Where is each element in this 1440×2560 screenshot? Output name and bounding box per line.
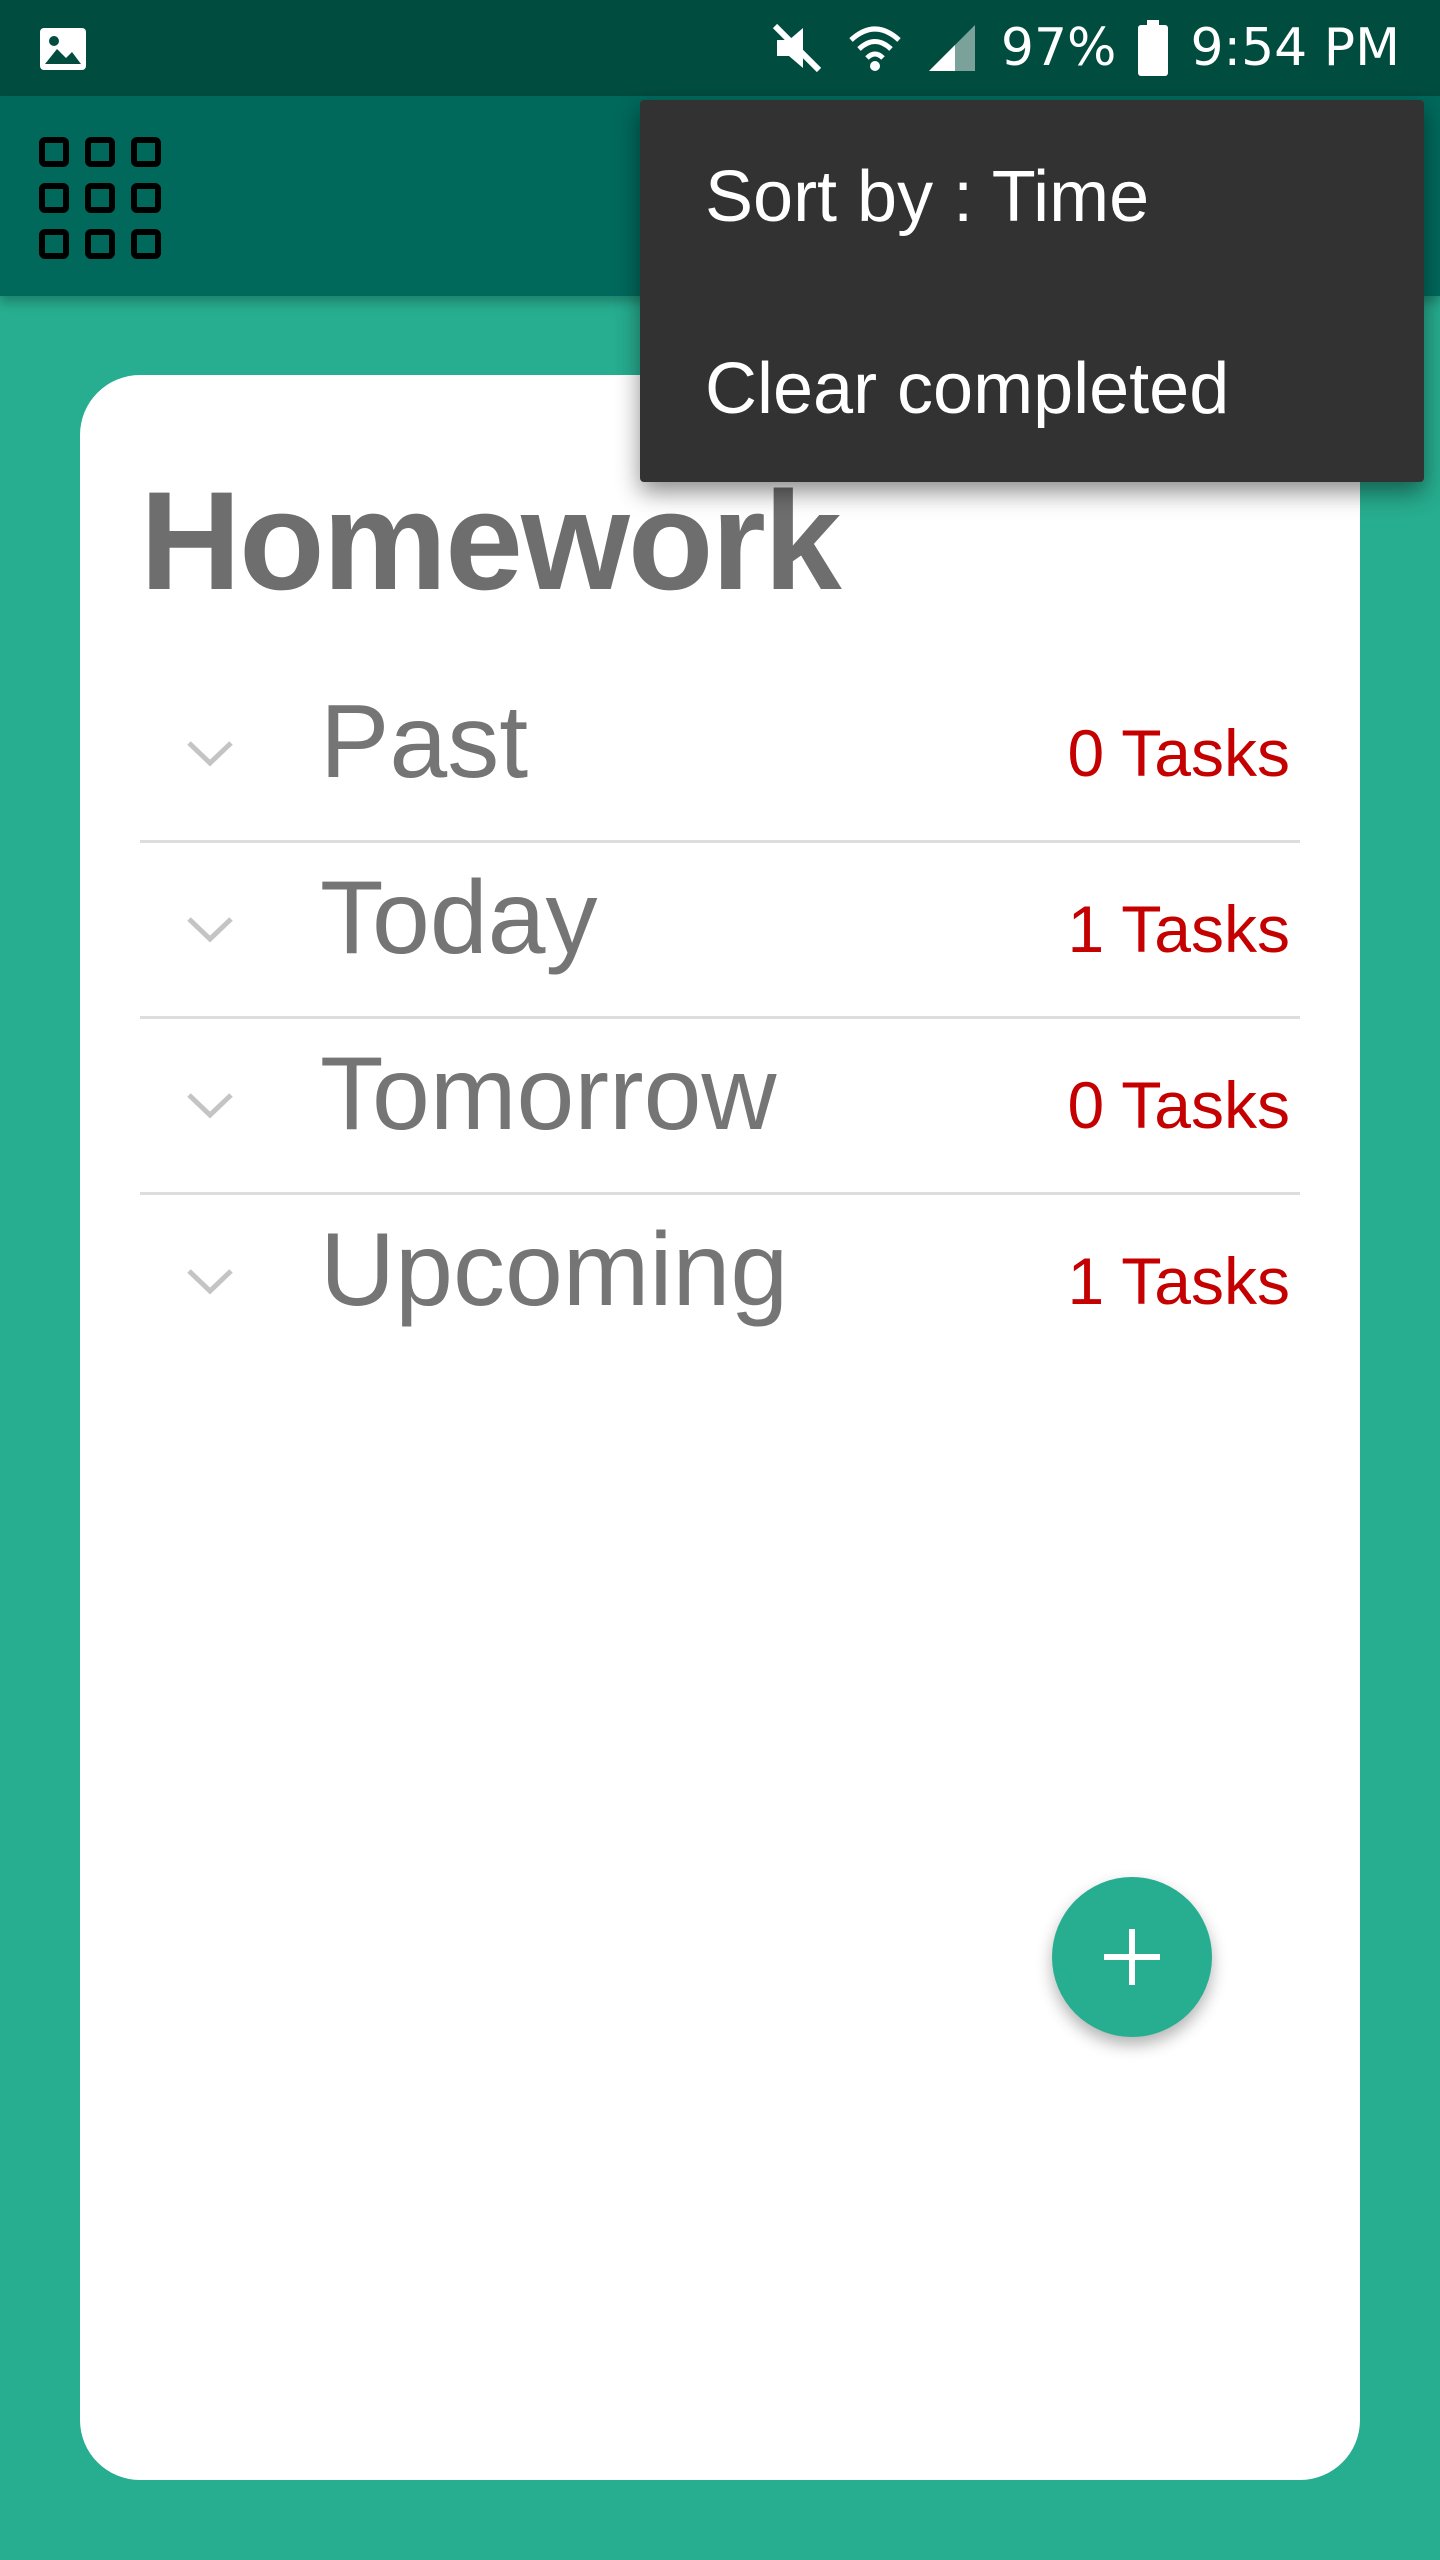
status-icons: 97% 9:54 PM (769, 0, 1400, 96)
group-label: Past (320, 684, 529, 800)
battery-percent: 97% (1000, 18, 1117, 78)
group-row-past[interactable]: Past 0 Tasks (140, 665, 1300, 843)
task-count: 1 Tasks (1067, 1244, 1290, 1318)
wifi-icon (849, 26, 901, 71)
status-bar: 97% 9:54 PM (0, 0, 1440, 96)
mute-icon (772, 23, 822, 73)
add-task-button[interactable] (1052, 1877, 1212, 2037)
chevron-down-icon (187, 1093, 233, 1119)
group-row-upcoming[interactable]: Upcoming 1 Tasks (140, 1193, 1300, 1368)
task-count: 1 Tasks (1067, 892, 1290, 966)
chevron-down-icon (187, 917, 233, 943)
image-icon (40, 28, 86, 70)
clock: 9:54 PM (1190, 18, 1400, 78)
chevron-down-icon (187, 741, 233, 767)
overflow-menu: Sort by : Time Clear completed (640, 100, 1424, 482)
menu-item-clear-completed[interactable]: Clear completed (705, 348, 1229, 430)
group-row-today[interactable]: Today 1 Tasks (140, 841, 1300, 1019)
card-title: Homework (140, 462, 842, 619)
battery-icon (1138, 20, 1169, 76)
group-label: Tomorrow (320, 1036, 777, 1152)
task-count: 0 Tasks (1067, 716, 1290, 790)
group-label: Today (320, 860, 598, 976)
signal-icon (928, 25, 975, 71)
group-row-tomorrow[interactable]: Tomorrow 0 Tasks (140, 1017, 1300, 1195)
chevron-down-icon (187, 1269, 233, 1295)
grid-menu-icon[interactable] (38, 136, 162, 260)
plus-icon (1104, 1929, 1160, 1985)
task-count: 0 Tasks (1067, 1068, 1290, 1142)
group-label: Upcoming (320, 1212, 789, 1328)
menu-item-sort-by-time[interactable]: Sort by : Time (705, 156, 1149, 238)
